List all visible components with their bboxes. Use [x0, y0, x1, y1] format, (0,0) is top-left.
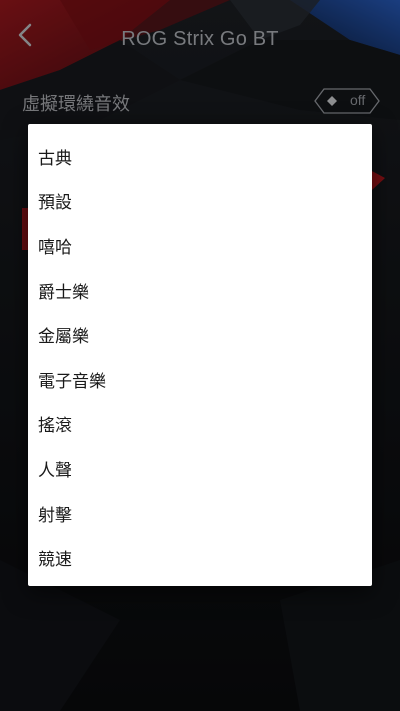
preset-option-jazz[interactable]: 爵士樂 — [28, 268, 372, 313]
app-screen: ROG Strix Go BT 虛擬環繞音效 off 古典 預設 嘻哈 爵士樂 … — [0, 0, 400, 711]
equalizer-preset-dialog: 古典 預設 嘻哈 爵士樂 金屬樂 電子音樂 搖滾 人聲 射擊 競速 — [28, 124, 372, 586]
preset-list: 古典 預設 嘻哈 爵士樂 金屬樂 電子音樂 搖滾 人聲 射擊 競速 — [28, 124, 372, 580]
preset-option-shooter[interactable]: 射擊 — [28, 491, 372, 536]
preset-option-hiphop[interactable]: 嘻哈 — [28, 223, 372, 268]
preset-option-electronic[interactable]: 電子音樂 — [28, 357, 372, 402]
preset-option-default[interactable]: 預設 — [28, 179, 372, 224]
preset-option-classical[interactable]: 古典 — [28, 134, 372, 179]
preset-option-metal[interactable]: 金屬樂 — [28, 312, 372, 357]
preset-option-vocal[interactable]: 人聲 — [28, 446, 372, 491]
preset-option-racing[interactable]: 競速 — [28, 535, 372, 580]
preset-option-rock[interactable]: 搖滾 — [28, 402, 372, 447]
